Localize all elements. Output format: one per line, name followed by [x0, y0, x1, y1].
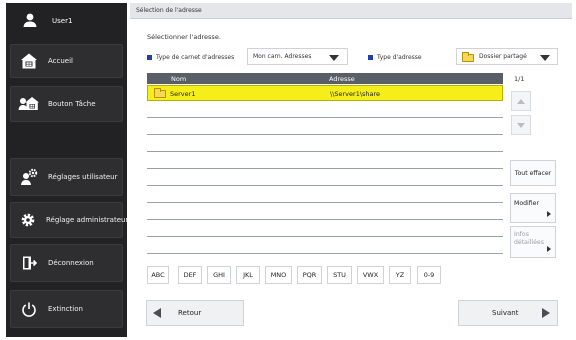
sidebar: User1 Accueil Bouton Tâche Réglages util…	[6, 3, 128, 337]
sidebar-item-label: Réglages utilisateur	[48, 173, 118, 181]
sidebar-item-label: Bouton Tâche	[48, 100, 96, 108]
book-type-label: Type de carnet d'adresses	[156, 54, 235, 61]
home-icon	[20, 52, 38, 70]
table-row[interactable]	[147, 136, 503, 152]
arrow-down-icon	[517, 122, 525, 128]
scroll-down-button[interactable]	[511, 115, 531, 135]
row-name: Server1	[170, 90, 196, 98]
sidebar-item-label: Extinction	[48, 305, 83, 313]
arrow-right-icon	[547, 246, 551, 252]
user-settings-icon	[20, 168, 38, 186]
filter-label: GHI	[213, 271, 225, 279]
title-bar: Sélection de l'adresse	[130, 3, 572, 19]
filter-label: DEF	[183, 271, 197, 279]
folder-icon	[462, 51, 474, 62]
filter-tab-stu[interactable]: STU	[327, 266, 352, 284]
table-row[interactable]	[147, 221, 503, 237]
clear-all-button[interactable]: Tout effacer	[510, 160, 556, 186]
filter-label: 0-9	[423, 271, 435, 279]
bullet-icon	[368, 55, 373, 60]
filter-label: STU	[333, 271, 346, 279]
filter-tab-vwx[interactable]: VWX	[357, 266, 384, 284]
filter-label: YZ	[395, 271, 405, 279]
user-name: User1	[52, 17, 73, 25]
filter-tab-jkl[interactable]: JKL	[236, 266, 260, 284]
arrow-right-icon	[542, 308, 550, 318]
address-type-select[interactable]: Dossier partagé	[456, 48, 558, 65]
table-row[interactable]	[147, 238, 503, 254]
filter-label: VWX	[362, 271, 379, 279]
back-button[interactable]: Retour	[146, 300, 244, 326]
sidebar-item-logout[interactable]: Déconnexion	[10, 244, 123, 282]
table-row[interactable]	[147, 102, 503, 118]
logout-icon	[20, 254, 38, 272]
sidebar-item-admin-settings[interactable]: Réglage administrateur	[10, 202, 128, 238]
filter-tab-digits[interactable]: 0-9	[417, 266, 441, 284]
sidebar-item-label: Accueil	[48, 57, 73, 65]
row-address: \\Server1\share	[330, 90, 381, 98]
scroll-up-button[interactable]	[511, 91, 531, 111]
filter-tab-abc[interactable]: ABC	[147, 266, 169, 284]
column-header-address: Adresse	[329, 75, 355, 83]
next-button[interactable]: Suivant	[458, 300, 558, 326]
filter-tab-mno[interactable]: MNO	[265, 266, 292, 284]
table-row[interactable]	[147, 204, 503, 220]
column-header-name: Nom	[171, 75, 187, 83]
address-type-label: Type d'adresse	[377, 54, 422, 61]
page-title: Sélection de l'adresse	[136, 7, 202, 14]
table-row[interactable]	[147, 119, 503, 135]
sidebar-item-home[interactable]: Accueil	[10, 44, 123, 78]
page-indicator: 1/1	[514, 75, 525, 83]
chevron-down-icon	[329, 55, 339, 61]
filter-label: JKL	[243, 271, 253, 279]
filter-label: MNO	[270, 271, 287, 279]
filter-tab-ghi[interactable]: GHI	[207, 266, 231, 284]
sidebar-item-label: Réglage administrateur	[46, 216, 129, 224]
table-row[interactable]: Server1 \\Server1\share	[147, 85, 503, 101]
power-icon	[20, 300, 38, 318]
user-icon	[22, 12, 38, 30]
modify-button[interactable]: Modifier	[510, 193, 556, 223]
book-type-select[interactable]: Mon carn. Adresses	[247, 48, 348, 65]
sidebar-item-user-settings[interactable]: Réglages utilisateur	[10, 158, 123, 196]
address-type-value: Dossier partagé	[479, 53, 527, 60]
table-row[interactable]	[147, 170, 503, 186]
details-button[interactable]: Infos détaillées	[510, 226, 556, 258]
modify-label: Modifier	[514, 200, 540, 207]
table-row[interactable]	[147, 153, 503, 169]
admin-settings-icon	[20, 211, 36, 229]
address-table: Nom Adresse Server1 \\Server1\share	[147, 73, 503, 261]
user-indicator: User1	[10, 7, 123, 35]
folder-icon	[154, 88, 166, 98]
filter-tab-def[interactable]: DEF	[178, 266, 202, 284]
sidebar-item-label: Déconnexion	[48, 259, 94, 267]
table-row[interactable]	[147, 187, 503, 203]
arrow-right-icon	[547, 211, 551, 217]
task-button-icon	[18, 95, 40, 113]
filter-label: ABC	[151, 271, 165, 279]
clear-all-label: Tout effacer	[514, 169, 552, 177]
filter-tab-yz[interactable]: YZ	[389, 266, 411, 284]
back-label: Retour	[178, 309, 202, 317]
details-label: Infos détaillées	[514, 231, 544, 246]
arrow-left-icon	[153, 308, 161, 318]
chevron-down-icon	[540, 55, 550, 61]
next-label: Suivant	[492, 309, 519, 317]
filter-label: PQR	[302, 271, 317, 279]
filter-tab-pqr[interactable]: PQR	[297, 266, 322, 284]
instruction-text: Sélectionner l'adresse.	[147, 33, 221, 41]
book-type-value: Mon carn. Adresses	[253, 53, 312, 60]
sidebar-item-shutdown[interactable]: Extinction	[10, 290, 123, 328]
arrow-up-icon	[517, 98, 525, 104]
sidebar-item-task-button[interactable]: Bouton Tâche	[10, 86, 123, 122]
bullet-icon	[147, 55, 152, 60]
table-header: Nom Adresse	[147, 73, 503, 84]
